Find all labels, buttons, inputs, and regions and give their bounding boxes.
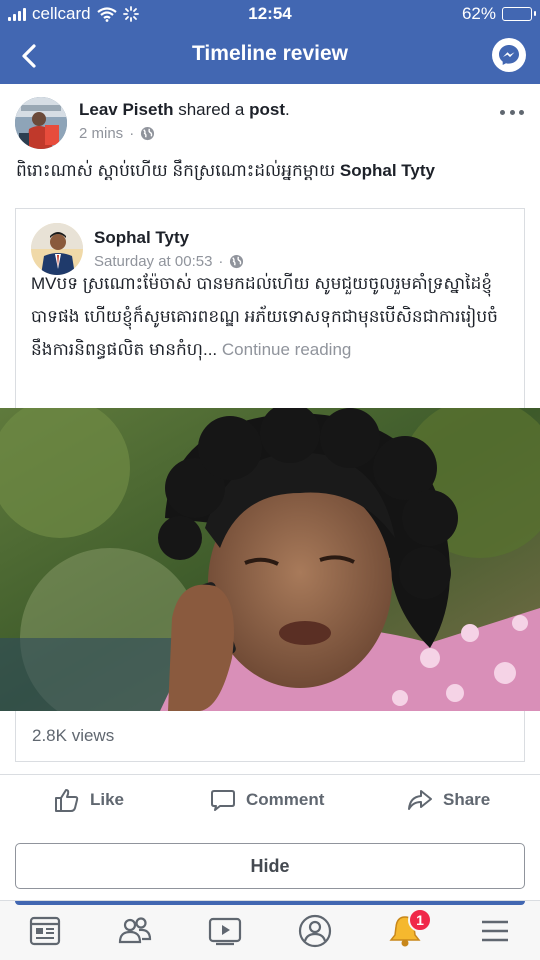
nav-bar: Timeline review xyxy=(0,28,540,84)
shared-author-name[interactable]: Sophal Tyty xyxy=(94,228,189,248)
friends-icon[interactable] xyxy=(117,913,153,949)
author-avatar[interactable] xyxy=(15,97,67,149)
caption-tag[interactable]: Sophal Tyty xyxy=(340,161,435,180)
caption-text: ពិរោះណាស់ ស្ដាប់ហើយ នឹកស្រណោះដល់អ្នកម្ដា… xyxy=(16,161,340,180)
shared-a-text: shared a xyxy=(173,100,250,119)
share-icon xyxy=(408,790,432,810)
notification-badge: 1 xyxy=(408,908,432,932)
post-author-name[interactable]: Leav Piseth xyxy=(79,100,174,119)
comment-button[interactable]: Comment xyxy=(210,787,324,813)
app-header: cellcard 12:54 62% Timeline review xyxy=(0,0,540,84)
watch-video-icon[interactable] xyxy=(207,913,243,949)
post-link[interactable]: post xyxy=(249,100,285,119)
shared-post-text: MVបទ ស្រណោះម៉ែចាស់ បានមកដល់ហើយ សូមជួយចូល… xyxy=(31,267,509,366)
clock: 12:54 xyxy=(248,4,292,23)
status-bar: cellcard 12:54 62% xyxy=(0,0,540,28)
hide-button[interactable]: Hide xyxy=(15,843,525,889)
messenger-icon[interactable] xyxy=(492,38,526,72)
video-views: 2.8K views xyxy=(32,726,115,745)
battery-icon xyxy=(502,7,536,21)
like-label: Like xyxy=(90,790,125,809)
profile-icon[interactable] xyxy=(297,913,333,949)
post-actions: Like Comment Share xyxy=(0,774,540,828)
bottom-tab-bar: 1 xyxy=(0,900,540,960)
tab-bar-accent xyxy=(15,901,525,905)
post-caption: ពិរោះណាស់ ស្ដាប់ហើយ នឹកស្រណោះដល់អ្នកម្ដា… xyxy=(16,158,526,184)
post-author-line: Leav Piseth shared a post. xyxy=(79,100,290,120)
video-thumbnail[interactable] xyxy=(0,408,540,711)
battery-group: 62% xyxy=(461,4,536,24)
share-label: Share xyxy=(443,790,491,809)
page-title: Timeline review xyxy=(191,42,349,65)
comment-label: Comment xyxy=(246,790,325,809)
post-meta: 2 mins · xyxy=(79,125,155,142)
more-options-icon[interactable] xyxy=(500,106,524,118)
comment-icon xyxy=(211,790,235,811)
globe-icon xyxy=(141,126,155,141)
meta-dot: · xyxy=(129,125,135,142)
news-feed-icon[interactable] xyxy=(27,913,63,949)
post-punct: . xyxy=(285,100,290,119)
like-button[interactable]: Like xyxy=(54,787,124,813)
battery-percent: 62% xyxy=(461,4,496,23)
shared-post-card[interactable]: Sophal Tyty Saturday at 00:53 · MVបទ ស្រ… xyxy=(0,208,540,762)
share-button[interactable]: Share xyxy=(407,787,490,813)
like-icon xyxy=(55,789,79,812)
continue-reading-link[interactable]: Continue reading xyxy=(217,340,352,359)
menu-hamburger-icon[interactable] xyxy=(477,913,513,949)
post-time[interactable]: 2 mins xyxy=(79,125,123,142)
